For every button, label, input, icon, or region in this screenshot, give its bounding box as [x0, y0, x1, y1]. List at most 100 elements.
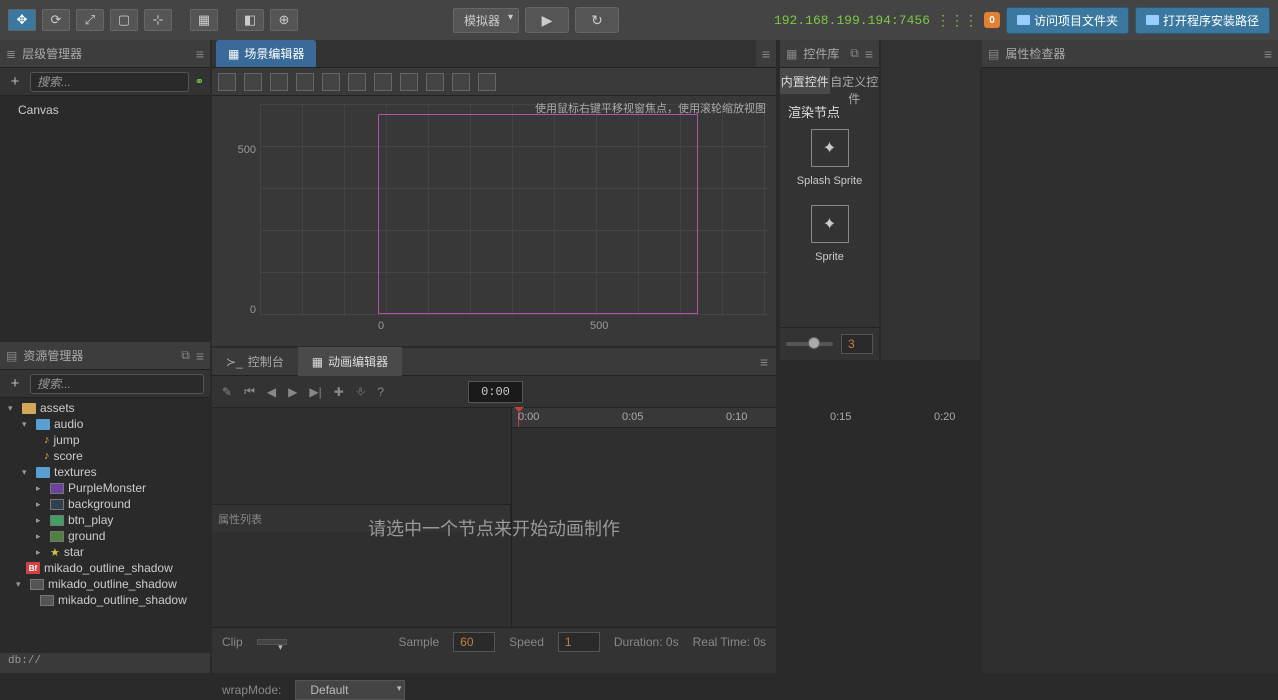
- asset-item[interactable]: ▸ground: [0, 528, 210, 544]
- widget-item[interactable]: ✦ Sprite: [811, 205, 849, 263]
- scene-canvas[interactable]: 使用鼠标右键平移视窗焦点，使用滚轮缩放视图 500 0 0 500 1,000: [212, 96, 776, 346]
- space-h-button[interactable]: [452, 73, 470, 91]
- align-middle-button[interactable]: [322, 73, 340, 91]
- zoom-value-input[interactable]: 3: [841, 334, 873, 354]
- asset-item[interactable]: mikado_outline_shadow: [0, 592, 210, 608]
- axis-tick: 0: [378, 320, 384, 332]
- time-mark: 0:20: [934, 411, 955, 423]
- widget-section-title: 渲染节点: [788, 102, 871, 121]
- clip-select[interactable]: [257, 639, 287, 645]
- speed-input[interactable]: 1: [558, 632, 600, 652]
- assets-icon: ▤: [6, 349, 17, 363]
- first-frame-button[interactable]: ⏮: [244, 384, 255, 399]
- speed-label: Speed: [509, 635, 544, 649]
- popout-icon[interactable]: ⧉: [850, 46, 859, 61]
- widget-item[interactable]: ✦ Splash Sprite: [797, 129, 862, 187]
- add-asset-button[interactable]: +: [6, 375, 24, 393]
- align-bottom-button[interactable]: [348, 73, 366, 91]
- hierarchy-search-input[interactable]: 搜索...: [30, 72, 189, 92]
- animation-footer: Clip Sample 60 Speed 1 Duration: 0s Real…: [212, 627, 776, 673]
- play-button[interactable]: ▶: [525, 7, 569, 33]
- widget-label: Splash Sprite: [797, 175, 862, 187]
- wifi-icon: ⋮⋮⋮: [936, 12, 978, 29]
- refresh-button[interactable]: ↻: [575, 7, 619, 33]
- insert-button[interactable]: ⎀: [356, 384, 366, 399]
- animation-toolbar: ✎ ⏮ ◀ ▶ ▶| ✚ ⎀ ? 0:00: [212, 376, 776, 408]
- custom-widgets-tab[interactable]: 自定义控件: [830, 68, 880, 94]
- axis-tick: 500: [238, 144, 256, 156]
- asset-folder-root[interactable]: ▾assets: [0, 400, 210, 416]
- console-tab[interactable]: ≻_控制台: [212, 347, 298, 376]
- time-ruler[interactable]: 0:00 0:05 0:10 0:15 0:20: [512, 408, 776, 428]
- panel-menu-icon[interactable]: ≡: [1264, 46, 1272, 62]
- panel-menu-icon[interactable]: ≡: [865, 46, 873, 62]
- tab-label: 场景编辑器: [244, 45, 304, 62]
- align-top-button[interactable]: [296, 73, 314, 91]
- popout-icon[interactable]: ⧉: [181, 348, 190, 363]
- edit-icon[interactable]: ✎: [222, 385, 232, 399]
- open-project-folder-button[interactable]: 访问项目文件夹: [1006, 7, 1129, 34]
- panel-menu-icon[interactable]: ≡: [196, 348, 204, 364]
- asset-item[interactable]: ▾mikado_outline_shadow: [0, 576, 210, 592]
- open-install-path-button[interactable]: 打开程序安装路径: [1135, 7, 1270, 34]
- zoom-slider[interactable]: [786, 342, 833, 346]
- wrapmode-select[interactable]: Default: [295, 680, 405, 700]
- asset-item[interactable]: ♪score: [0, 448, 210, 464]
- distribute-h-button[interactable]: [374, 73, 392, 91]
- asset-item[interactable]: ▸background: [0, 496, 210, 512]
- duration-label: Duration: 0s: [614, 635, 679, 649]
- asset-folder-audio[interactable]: ▾audio: [0, 416, 210, 432]
- asset-item[interactable]: ▸btn_play: [0, 512, 210, 528]
- widgets-icon: ▦: [786, 47, 797, 61]
- gizmo-tool-button[interactable]: ◧: [236, 9, 264, 31]
- asset-item[interactable]: ▸★star: [0, 544, 210, 560]
- scale-tool-button[interactable]: ⤢: [76, 9, 104, 31]
- anchor-tool-button[interactable]: ⊹: [144, 9, 172, 31]
- design-frame: [378, 114, 698, 314]
- inspector-panel: ▤ 属性检查器 ≡: [982, 40, 1278, 673]
- asset-item[interactable]: ♪jump: [0, 432, 210, 448]
- status-bar: db://: [0, 653, 210, 673]
- move-tool-button[interactable]: ✥: [8, 9, 36, 31]
- assets-search-input[interactable]: 搜索...: [30, 374, 204, 394]
- panel-title: 层级管理器: [22, 45, 190, 62]
- rect-tool-button[interactable]: ▢: [110, 9, 138, 31]
- assets-tree[interactable]: ▾assets ▾audio ♪jump ♪score ▾textures ▸P…: [0, 398, 210, 651]
- rotate-tool-button[interactable]: ⟳: [42, 9, 70, 31]
- add-node-button[interactable]: +: [6, 73, 24, 91]
- link-icon[interactable]: ⚭: [195, 75, 204, 88]
- panel-menu-icon[interactable]: ≡: [762, 46, 770, 62]
- widget-label: Sprite: [815, 251, 844, 263]
- prev-frame-button[interactable]: ◀: [267, 385, 276, 399]
- distribute-button[interactable]: [426, 73, 444, 91]
- hierarchy-tree[interactable]: Canvas: [0, 96, 210, 340]
- preview-target-select[interactable]: 模拟器: [453, 8, 519, 33]
- world-tool-button[interactable]: ⊕: [270, 9, 298, 31]
- scene-tab[interactable]: ▦ 场景编辑器: [216, 40, 316, 67]
- play-anim-button[interactable]: ▶: [288, 385, 297, 399]
- align-center-button[interactable]: [244, 73, 262, 91]
- connection-badge: 0: [984, 12, 1000, 28]
- distribute-v-button[interactable]: [400, 73, 418, 91]
- align-right-button[interactable]: [270, 73, 288, 91]
- add-keyframe-button[interactable]: ✚: [334, 385, 344, 399]
- timeline[interactable]: 0:00 0:05 0:10 0:15 0:20 请选中一个节点来开始动画制作: [512, 408, 776, 627]
- panel-title: 属性检查器: [1005, 45, 1257, 62]
- asset-item[interactable]: Bfmikado_outline_shadow: [0, 560, 210, 576]
- asset-item[interactable]: ▸PurpleMonster: [0, 480, 210, 496]
- next-frame-button[interactable]: ▶|: [309, 385, 321, 399]
- panel-menu-icon[interactable]: ≡: [196, 46, 204, 62]
- sample-input[interactable]: 60: [453, 632, 495, 652]
- align-tool-button[interactable]: ▦: [190, 9, 218, 31]
- help-button[interactable]: ?: [377, 385, 384, 399]
- widgets-panel: ▦ 控件库 ⧉ ≡ 内置控件 自定义控件 渲染节点 ✦ Splash Sprit…: [780, 40, 879, 360]
- space-v-button[interactable]: [478, 73, 496, 91]
- align-left-button[interactable]: [218, 73, 236, 91]
- wrapmode-label: wrapMode:: [222, 683, 281, 697]
- asset-folder-textures[interactable]: ▾textures: [0, 464, 210, 480]
- inspector-body: [982, 68, 1278, 673]
- tree-node-canvas[interactable]: Canvas: [0, 100, 210, 120]
- builtin-widgets-tab[interactable]: 内置控件: [780, 68, 830, 94]
- panel-menu-icon[interactable]: ≡: [760, 354, 776, 370]
- animation-tab[interactable]: ▦动画编辑器: [298, 347, 402, 376]
